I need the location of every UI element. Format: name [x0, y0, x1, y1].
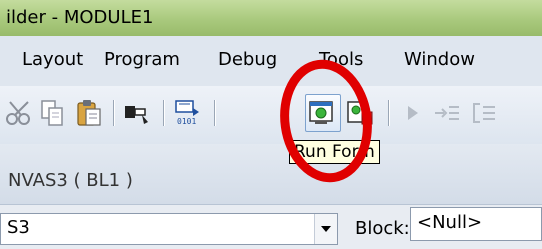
- menu-layout[interactable]: Layout: [22, 49, 83, 70]
- stamp-icon[interactable]: [122, 98, 152, 128]
- block-label: Block:: [355, 218, 410, 239]
- canvas-tab-bar: NVAS3 ( BL1 ): [0, 144, 542, 205]
- menu-program[interactable]: Program: [104, 49, 180, 70]
- debug-form-icon[interactable]: [345, 98, 375, 128]
- paste-icon[interactable]: [74, 98, 104, 128]
- menu-debug[interactable]: Debug: [218, 49, 277, 70]
- step-out-icon[interactable]: [468, 98, 498, 128]
- title-bar: ilder - MODULE1: [0, 0, 542, 36]
- window-title: ilder - MODULE1: [6, 7, 154, 28]
- menu-tools[interactable]: Tools: [319, 49, 363, 70]
- item-combo[interactable]: S3: [0, 213, 338, 245]
- toolbar: 0101: [0, 86, 542, 144]
- compile-icon[interactable]: 0101: [173, 98, 203, 128]
- menu-window[interactable]: Window: [404, 49, 475, 70]
- step-into-icon[interactable]: [432, 98, 462, 128]
- chevron-down-icon[interactable]: [314, 214, 337, 244]
- item-combo-value: S3: [7, 217, 30, 238]
- toolbar-separator: [214, 100, 216, 126]
- toolbar-separator: [163, 100, 165, 126]
- cut-icon[interactable]: [4, 98, 34, 128]
- block-value: <Null>: [417, 212, 483, 233]
- menu-bar: Layout Program Debug Tools Window: [0, 36, 542, 86]
- step-icon[interactable]: [398, 98, 428, 128]
- item-selector-bar: S3 Block: <Null>: [0, 205, 542, 249]
- svg-text:0101: 0101: [177, 117, 196, 126]
- run-form-icon[interactable]: [307, 98, 337, 128]
- block-field[interactable]: <Null>: [410, 207, 542, 241]
- toolbar-separator: [113, 100, 115, 126]
- run-form-tooltip: Run Form: [289, 140, 380, 164]
- toolbar-separator: [388, 100, 390, 126]
- canvas-tab-label[interactable]: NVAS3 ( BL1 ): [8, 170, 133, 191]
- copy-icon[interactable]: [38, 98, 68, 128]
